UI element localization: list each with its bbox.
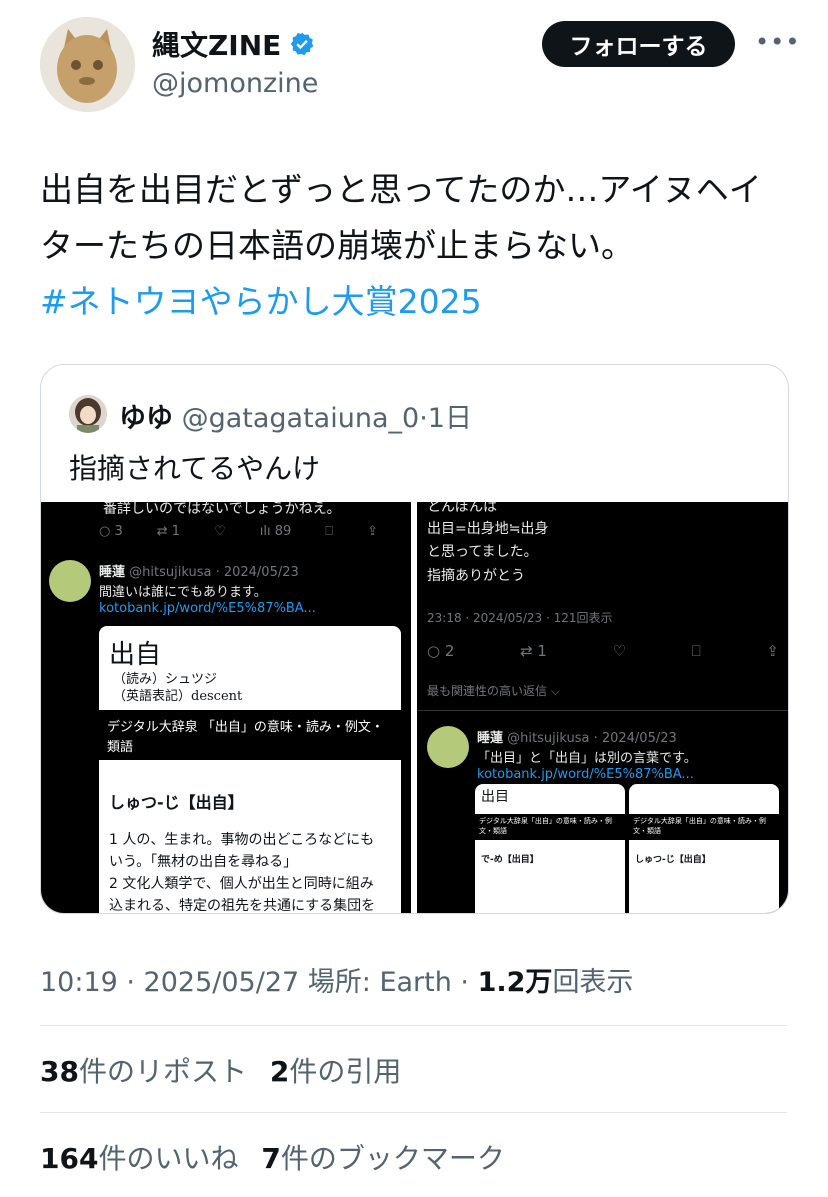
- dict-source-bar: デジタル大辞泉 「出自」の意味・読み・例文・類語: [99, 710, 401, 760]
- author-name-text[interactable]: 縄文ZINE: [152, 24, 281, 64]
- girl-avatar-icon: [69, 395, 107, 433]
- card2-headword: しゅつ‐じ【出自】: [635, 855, 711, 865]
- card2-source: デジタル大辞泉「出自」の意味・読み・例文・類語: [629, 814, 779, 840]
- image-left-reply-avatar: [49, 560, 91, 602]
- image-right-like-icon: ♡: [612, 642, 627, 660]
- tweet-meta: 10:19 · 2025/05/27 場所: Earth · 1.2万回表示: [40, 960, 633, 999]
- hashtag-link[interactable]: #ネトウヨやらかし大賞2025: [40, 274, 800, 330]
- image-left-reply-text: 間違いは誰にでもあります。: [99, 585, 267, 600]
- quote-time: ·1日: [419, 403, 472, 434]
- image-right-card-right: デジタル大辞泉「出自」の意味・読み・例文・類語 しゅつ‐じ【出自】: [629, 784, 779, 913]
- quote-text: 指摘されてるやんけ: [69, 452, 321, 485]
- divider-2: [40, 1112, 787, 1113]
- dogu-figure-icon: [40, 17, 135, 112]
- dict-title: 出自: [109, 640, 162, 670]
- image-right-reply-header: 睡蓮 @hitsujikusa · 2024/05/23: [477, 731, 677, 746]
- author-avatar[interactable]: [40, 17, 135, 112]
- dict-headword: しゅつ‐じ【出自】: [109, 793, 244, 812]
- stats-row-1: 38件のリポスト 2件の引用: [40, 1050, 401, 1090]
- image-right-repost-icon: ⇄ 1: [520, 642, 547, 660]
- tweet-text: 出自を出目だとずっと思ってたのか…アイヌヘイ ターたちの日本語の崩壊が止まらない…: [40, 162, 800, 330]
- card1-title: 出目: [481, 789, 509, 805]
- card1-headword: で‐め【出目】: [481, 855, 539, 865]
- image-right-relevant-label: 最も関連性の高い返信 ⌵: [427, 684, 560, 698]
- dict-def-line1: 1 人の、生まれ。事物の出どころなどにも: [109, 832, 375, 848]
- quote-author-handle[interactable]: @gatagataiuna_0: [182, 403, 420, 434]
- image-right-divider: [417, 710, 788, 711]
- view-label: 回表示: [552, 967, 634, 998]
- image-right-reply-text: 「出目」と「出自」は別の言葉です。: [477, 751, 697, 766]
- more-options-icon[interactable]: •••: [755, 28, 800, 56]
- quotes-stat[interactable]: 2件の引用: [270, 1055, 402, 1088]
- tweet-text-line1: 出自を出目だとずっと思ってたのか…アイヌヘイ: [40, 170, 762, 209]
- image-right-reply-icon: ○ 2: [427, 642, 455, 660]
- image-right-reply-link: kotobank.jp/word/%E5%87%BA...: [477, 767, 694, 782]
- image-right-bookmark-icon: ⎕: [691, 642, 701, 660]
- image-right-action-row: ○ 2 ⇄ 1 ♡ ⎕ ⇪: [427, 642, 779, 660]
- follow-button[interactable]: フォローする: [542, 21, 735, 67]
- dict-def-line3: 2 文化人類学で、個人が出生と同時に組み: [109, 876, 374, 892]
- image-right-share-icon: ⇪: [766, 642, 779, 660]
- quote-author[interactable]: ゆゆ @gatagataiuna_0·1日: [119, 396, 472, 435]
- author-handle[interactable]: @jomonzine: [152, 68, 318, 99]
- image-right-timestamp: 23:18 · 2024/05/23 · 121回表示: [427, 611, 613, 625]
- image-left-reply-icon: ○ 3: [99, 524, 123, 539]
- view-count: 1.2万: [477, 967, 553, 998]
- dict-english: （英語表記）descent: [113, 689, 243, 704]
- attached-image-left[interactable]: 番詳しいのではないでしょうかねえ。 ○ 3 ⇄ 1 ♡ ılı 89 ⎕ ⇪ 睡…: [41, 502, 411, 913]
- tweet-timestamp[interactable]: 10:19 · 2025/05/27 場所: Earth ·: [40, 967, 478, 998]
- divider-1: [40, 1025, 787, 1026]
- image-left-action-row: ○ 3 ⇄ 1 ♡ ılı 89 ⎕ ⇪: [99, 524, 378, 539]
- image-right-line3: と思ってました。: [427, 544, 538, 560]
- image-left-repost-icon: ⇄ 1: [156, 524, 181, 539]
- image-left-share-icon: ⇪: [367, 524, 378, 539]
- image-left-dictionary-card: 出自 （読み）シュツジ （英語表記）descent デジタル大辞泉 「出自」の意…: [99, 626, 401, 913]
- stats-row-2: 164件のいいね 7件のブックマーク: [40, 1137, 505, 1177]
- image-left-views-icon: ılı 89: [259, 524, 292, 539]
- attached-image-right[interactable]: とんぼんは 出目=出身地≒出身 と思ってました。 指摘ありがとう 23:18 ·…: [417, 502, 788, 913]
- author-name[interactable]: 縄文ZINE: [152, 24, 315, 64]
- dict-def-line2: いう。「無材の出自を尋ねる」: [109, 854, 298, 870]
- quote-avatar[interactable]: [69, 395, 107, 433]
- image-left-top-text: 番詳しいのではないでしょうかねえ。: [103, 502, 341, 517]
- image-right-reply-avatar: [427, 726, 469, 768]
- quoted-tweet[interactable]: ゆゆ @gatagataiuna_0·1日 指摘されてるやんけ 番詳しいのではな…: [40, 364, 789, 914]
- dict-def-line4: 込まれる、特定の祖先を共通にする集団を: [109, 898, 376, 913]
- dict-source: デジタル大辞泉 「出自」の意味・読み・例文・類語: [107, 720, 384, 755]
- card1-source: デジタル大辞泉「出自」の意味・読み・例文・類語: [475, 814, 625, 840]
- image-left-bookmark-icon: ⎕: [325, 524, 334, 539]
- verified-badge-icon: [291, 32, 314, 56]
- image-right-line1: とんぼんは: [427, 502, 497, 515]
- bookmarks-stat[interactable]: 7件のブックマーク: [261, 1142, 505, 1175]
- image-right-line4: 指摘ありがとう: [427, 568, 525, 584]
- quote-author-name[interactable]: ゆゆ: [119, 403, 173, 434]
- image-left-reply-link: kotobank.jp/word/%E5%87%BA...: [99, 601, 316, 616]
- likes-stat[interactable]: 164件のいいね: [40, 1142, 238, 1175]
- reposts-stat[interactable]: 38件のリポスト: [40, 1055, 247, 1088]
- tweet-text-line2: ターたちの日本語の崩壊が止まらない。: [40, 226, 634, 265]
- image-left-reply-header: 睡蓮 @hitsujikusa · 2024/05/23: [99, 565, 299, 580]
- image-left-like-icon: ♡: [214, 524, 226, 539]
- image-right-card-left: 出目 デジタル大辞泉「出自」の意味・読み・例文・類語 で‐め【出目】: [475, 784, 625, 913]
- image-right-line2: 出目=出身地≒出身: [427, 521, 549, 537]
